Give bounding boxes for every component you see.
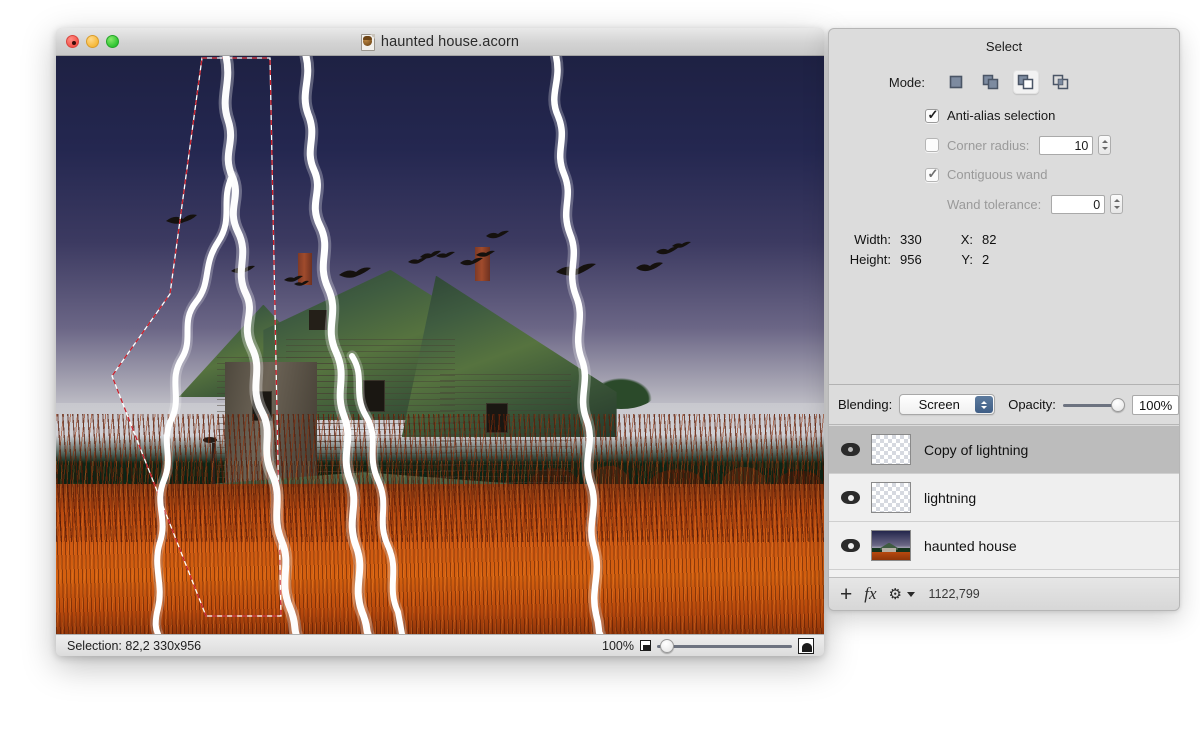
effects-fx-icon[interactable]: fx	[864, 584, 876, 604]
window-controls	[66, 35, 119, 48]
memory-usage-label: 1122,799	[928, 587, 980, 601]
mode-intersect-selection-button[interactable]	[1048, 70, 1074, 94]
height-label: Height:	[849, 252, 891, 267]
mode-label: Mode:	[888, 74, 925, 90]
layer-list[interactable]: Copy of lightning lightning haunted hous…	[829, 426, 1179, 577]
opacity-value-input[interactable]: 100%	[1132, 394, 1179, 415]
mode-row: Mode:	[829, 70, 1179, 94]
zoom-percent-label: 100%	[602, 638, 634, 653]
window-gable	[309, 310, 328, 331]
layer-thumbnail[interactable]	[871, 530, 911, 561]
mode-add-selection-button[interactable]	[978, 70, 1004, 94]
height-value: 956	[900, 252, 922, 267]
title-center-group: haunted house.acorn	[56, 28, 824, 56]
chevron-down-icon	[906, 591, 915, 597]
wand-tolerance-label: Wand tolerance:	[947, 196, 1042, 212]
minimize-button[interactable]	[86, 35, 99, 48]
new-selection-icon	[949, 75, 963, 89]
layer-row-haunted-house[interactable]: haunted house	[829, 522, 1179, 570]
document-window: haunted house.acorn Selection: 82,2 330x…	[56, 28, 824, 656]
add-to-selection-icon	[982, 74, 999, 90]
zoom-controls[interactable]: 100%	[602, 637, 814, 654]
corner-radius-label: Corner radius:	[947, 137, 1030, 153]
eye-icon[interactable]	[841, 491, 860, 504]
window-titlebar[interactable]: haunted house.acorn	[56, 28, 824, 56]
corner-radius-checkbox[interactable]	[925, 138, 939, 152]
zoom-out-image-icon[interactable]	[640, 640, 651, 651]
layer-toolbar: + fx ⚙ 1122,799	[829, 577, 1179, 610]
contiguous-wand-label: Contiguous wand	[947, 167, 1048, 182]
panel-title-select: Select	[985, 39, 1023, 54]
y-label: Y:	[961, 252, 973, 267]
chevron-updown-icon	[975, 396, 994, 413]
field-texture	[56, 460, 824, 634]
dimensions-row-height: Height: 956 Y: 2	[829, 252, 1179, 267]
chimney-right	[474, 246, 490, 281]
eye-icon[interactable]	[841, 539, 860, 552]
blending-mode-select[interactable]: Screen	[899, 394, 996, 415]
close-button[interactable]	[66, 35, 79, 48]
window-title: haunted house.acorn	[380, 34, 520, 50]
opacity-label: Opacity:	[1008, 397, 1056, 412]
x-value: 82	[982, 232, 997, 247]
zoom-slider-knob[interactable]	[660, 638, 674, 653]
corner-radius-stepper[interactable]	[1098, 135, 1112, 155]
antialias-checkbox[interactable]	[925, 107, 939, 123]
y-value: 2	[982, 252, 990, 267]
width-label: Width:	[854, 232, 891, 247]
wand-tolerance-input[interactable]: 0	[1051, 194, 1106, 214]
corner-radius-input[interactable]: 10	[1039, 135, 1094, 155]
blending-opacity-row: Blending: Screen Opacity: 100%	[829, 385, 1179, 425]
contiguous-wand-checkbox[interactable]	[925, 166, 939, 182]
antialias-row[interactable]: Anti-alias selection	[829, 107, 1179, 123]
opacity-slider[interactable]	[1062, 397, 1126, 412]
layer-name-label: Copy of lightning	[924, 441, 1029, 458]
layer-options-menu[interactable]: ⚙	[889, 587, 915, 602]
opacity-slider-knob[interactable]	[1111, 397, 1126, 412]
chimney-left	[297, 252, 312, 285]
zoom-slider[interactable]	[657, 638, 792, 653]
acorn-document-icon	[360, 33, 375, 51]
intersect-selection-icon	[1052, 74, 1069, 90]
add-layer-icon[interactable]: +	[840, 584, 852, 605]
subtract-from-selection-icon	[1017, 74, 1034, 90]
zoom-slider-track	[657, 644, 792, 648]
image-canvas[interactable]	[56, 56, 824, 634]
antialias-label: Anti-alias selection	[947, 108, 1056, 123]
screen: haunted house.acorn Selection: 82,2 330x…	[0, 0, 1200, 740]
inspector-panel: Select Mode: ✓ Anti-alias selection Corn…	[828, 28, 1180, 611]
layer-thumbnail[interactable]	[871, 434, 911, 465]
contiguous-wand-row[interactable]: Contiguous wand	[829, 166, 1179, 182]
layer-name-label: haunted house	[924, 537, 1017, 554]
corner-radius-row[interactable]: Corner radius: 10	[829, 135, 1179, 155]
document-statusbar: Selection: 82,2 330x956 100%	[56, 634, 824, 656]
zoom-button[interactable]	[106, 35, 119, 48]
wand-tolerance-row[interactable]: Wand tolerance: 0	[829, 194, 1179, 214]
layer-name-label: lightning	[924, 489, 977, 506]
width-value: 330	[900, 232, 922, 247]
blending-label: Blending:	[838, 397, 893, 412]
wand-tolerance-stepper[interactable]	[1110, 194, 1124, 214]
eye-icon[interactable]	[841, 443, 860, 456]
blending-mode-value: Screen	[918, 397, 960, 412]
mode-new-selection-button[interactable]	[943, 70, 969, 94]
zoom-in-image-icon[interactable]	[798, 637, 814, 654]
layer-thumbnail[interactable]	[871, 482, 911, 513]
selection-info: Selection: 82,2 330x956	[67, 638, 202, 653]
layer-row-copy-of-lightning[interactable]: Copy of lightning	[829, 426, 1179, 474]
dimensions-row-width: Width: 330 X: 82	[829, 232, 1179, 247]
window-upper-mid	[363, 379, 386, 412]
selection-dimensions: Width: 330 X: 82 Height: 956 Y: 2	[829, 232, 1179, 267]
layer-row-lightning[interactable]: lightning	[829, 474, 1179, 522]
gear-icon[interactable]: ⚙	[889, 587, 904, 602]
x-label: X:	[960, 232, 973, 247]
mode-subtract-selection-button[interactable]	[1013, 70, 1039, 94]
